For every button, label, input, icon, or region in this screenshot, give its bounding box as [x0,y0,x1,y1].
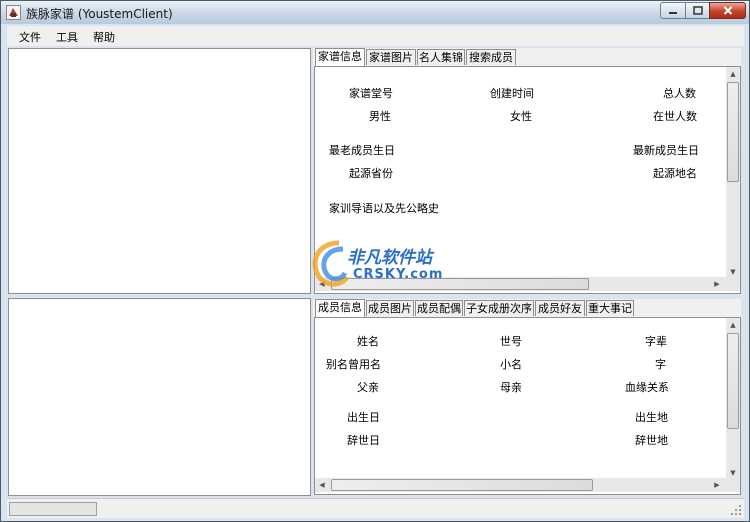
maximize-icon [692,6,703,15]
label-courtesy: 字 [655,358,666,371]
label-male: 男性 [369,110,391,123]
minimize-icon [669,11,677,14]
resize-grip-icon[interactable] [730,504,742,516]
tab-search-members[interactable]: 搜索成员 [466,49,516,65]
label-birth-date: 出生日 [347,411,380,424]
scroll-up-icon[interactable]: ▲ [726,318,740,332]
menu-tools[interactable]: 工具 [56,29,78,45]
label-death-date: 辞世日 [347,434,380,447]
label-oldest-birthday: 最老成员生日 [329,144,395,157]
status-bar [7,498,744,518]
label-origin-province: 起源省份 [349,167,393,180]
label-mother: 母亲 [500,381,522,394]
label-generation: 世号 [500,335,522,348]
watermark-subtext: CRSKY.com [353,267,444,282]
label-name: 姓名 [357,335,379,348]
maximize-button[interactable] [685,2,710,19]
tab-member-info[interactable]: 成员信息 [315,299,365,317]
tab-major-events[interactable]: 重大事记 [586,300,634,316]
lower-horizontal-scrollbar[interactable]: ◀ ▶ [315,478,740,492]
menu-bar: 文件 工具 帮助 [7,26,744,46]
app-window: 族脉家谱 (YoustemClient) 文件 工具 帮助 家谱信息 家谱图片 … [0,0,750,522]
label-nickname: 小名 [500,358,522,371]
menu-help[interactable]: 帮助 [93,29,115,45]
lower-vscroll-thumb[interactable] [727,333,739,429]
label-female: 女性 [510,110,532,123]
label-alias: 别名曾用名 [326,358,381,371]
lower-vertical-scrollbar[interactable]: ▲ ▼ [726,318,740,480]
watermark-logo: 非凡软件站 CRSKY.com [309,237,459,291]
member-info-panel: 姓名 世号 字辈 别名曾用名 小名 字 父亲 母亲 血缘关系 出生日 出生地 辞… [314,317,741,495]
status-panel [9,502,97,516]
close-icon [723,6,732,15]
label-blood-relation: 血缘关系 [625,381,669,394]
tab-children-order[interactable]: 子女成册次序 [464,300,534,316]
close-button[interactable] [709,2,746,19]
minimize-button[interactable] [660,2,686,19]
family-tree-pane[interactable] [8,48,311,294]
label-zi-bei: 字辈 [645,335,667,348]
scroll-left-icon[interactable]: ◀ [315,478,329,492]
window-title: 族脉家谱 (YoustemClient) [26,7,173,21]
upper-vscroll-thumb[interactable] [727,82,739,182]
tab-genealogy-images[interactable]: 家谱图片 [366,49,416,65]
tab-celebrities[interactable]: 名人集锦 [417,49,465,65]
app-icon [6,5,21,20]
label-alive: 在世人数 [653,110,697,123]
tab-member-images[interactable]: 成员图片 [366,300,414,316]
label-motto: 家训导语以及先公略史 [329,202,439,215]
watermark-text: 非凡软件站 [347,248,432,268]
genealogy-tabstrip: 家谱信息 家谱图片 名人集锦 搜索成员 [313,48,741,67]
scroll-right-icon[interactable]: ▶ [710,478,724,492]
title-bar[interactable]: 族脉家谱 (YoustemClient) [1,1,749,24]
menu-file[interactable]: 文件 [19,29,41,45]
label-tang-hao: 家谱堂号 [349,87,393,100]
scroll-up-icon[interactable]: ▲ [726,67,740,81]
tab-member-friends[interactable]: 成员好友 [535,300,585,316]
label-death-place: 辞世地 [635,434,668,447]
scroll-right-icon[interactable]: ▶ [710,277,724,291]
label-total: 总人数 [663,87,696,100]
member-tabstrip: 成员信息 成员图片 成员配偶 子女成册次序 成员好友 重大事记 [313,299,741,318]
member-list-pane[interactable] [8,298,311,496]
label-origin-place: 起源地名 [653,167,697,180]
label-created: 创建时间 [490,87,534,100]
tab-genealogy-info[interactable]: 家谱信息 [315,48,365,66]
lower-hscroll-thumb[interactable] [331,479,593,491]
label-birth-place: 出生地 [635,411,668,424]
label-father: 父亲 [357,381,379,394]
upper-vertical-scrollbar[interactable]: ▲ ▼ [726,67,740,279]
tab-member-spouse[interactable]: 成员配偶 [415,300,463,316]
label-newest-birthday: 最新成员生日 [633,144,699,157]
